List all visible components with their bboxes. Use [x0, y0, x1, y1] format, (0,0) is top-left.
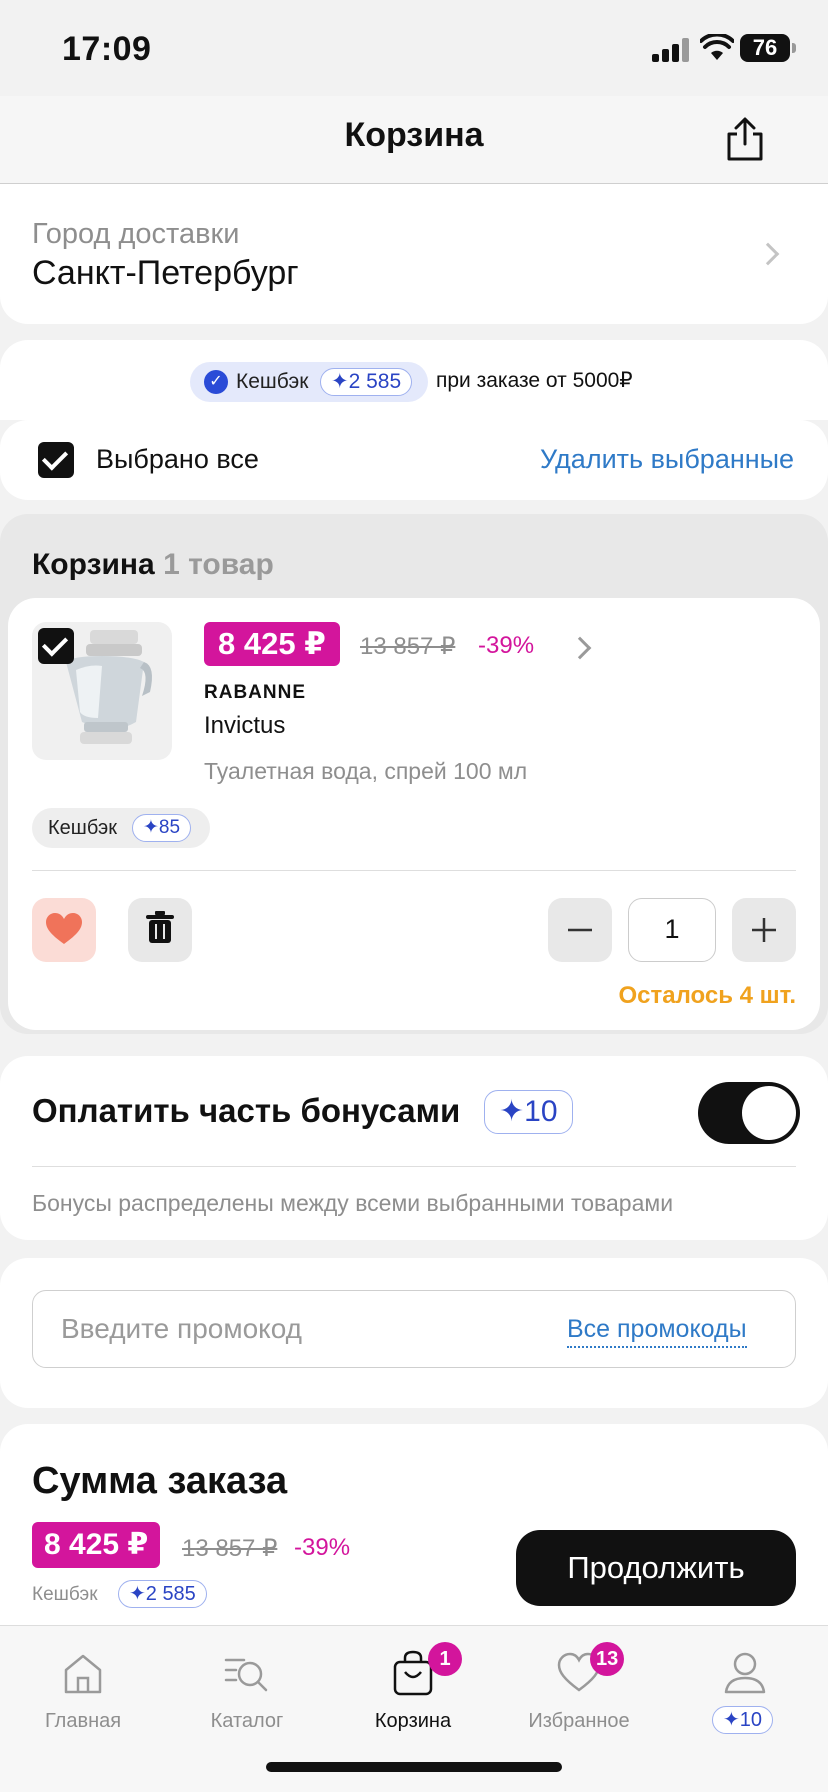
item-name[interactable]: Invictus	[204, 712, 285, 740]
chevron-right-icon[interactable]	[568, 636, 592, 660]
cart-section: Корзина 1 товар 8 425 ₽ 13 857 ₽ -39% RA…	[0, 514, 828, 1034]
cellular-signal-icon	[652, 38, 692, 62]
nav-header: Корзина	[0, 96, 828, 184]
cart-item-count: 1 товар	[163, 548, 274, 581]
delivery-city-value: Санкт-Петербург	[32, 254, 299, 292]
favorite-button[interactable]	[32, 898, 96, 962]
favorites-badge: 13	[590, 1642, 625, 1676]
item-description: Туалетная вода, спрей 100 мл	[204, 758, 528, 784]
item-old-price: 13 857 ₽	[360, 633, 456, 660]
tab-cart[interactable]: 1 Корзина	[330, 1642, 496, 1742]
plus-icon	[752, 918, 776, 942]
chevron-right-icon	[756, 242, 780, 266]
catalog-search-icon	[224, 1658, 268, 1692]
minus-icon	[568, 928, 592, 932]
order-summary-title: Сумма заказа	[32, 1460, 288, 1502]
item-divider	[32, 870, 796, 871]
profile-bonus-chip: ✦10	[712, 1706, 774, 1734]
cashback-label: Кешбэк	[236, 370, 309, 393]
delivery-city-selector[interactable]: Город доставки Санкт-Петербург	[0, 184, 828, 324]
cashback-amount-chip: ✦2 585	[320, 368, 413, 396]
item-cashback-badge: Кешбэк ✦85	[32, 808, 210, 848]
total-old-price: 13 857 ₽	[182, 1535, 278, 1562]
select-all-row: Выбрано все Удалить выбранные	[0, 420, 828, 500]
select-all-label: Выбрано все	[96, 444, 259, 474]
cart-heading-title: Корзина	[32, 548, 155, 581]
heart-icon	[46, 913, 82, 944]
tab-cart-label: Корзина	[374, 1710, 452, 1732]
bonus-divider	[32, 1166, 796, 1167]
item-checkbox[interactable]	[38, 628, 74, 664]
quantity-decrease-button[interactable]	[548, 898, 612, 962]
cashback-pill: ✓ Кешбэк ✦2 585	[190, 362, 428, 402]
share-icon[interactable]	[720, 114, 770, 164]
tab-home-label: Главная	[44, 1710, 122, 1732]
tab-home[interactable]: Главная	[0, 1642, 166, 1742]
profile-icon	[724, 1652, 766, 1694]
quantity-value[interactable]: 1	[628, 898, 716, 962]
tab-profile[interactable]: ✦10	[662, 1642, 828, 1742]
item-brand: RABANNE	[204, 682, 306, 703]
total-discount: -39%	[294, 1534, 351, 1561]
tab-favorites-label: Избранное	[528, 1710, 630, 1732]
page-title: Корзина	[344, 116, 484, 154]
cart-heading: Корзина 1 товар	[32, 548, 274, 582]
cashback-condition: при заказе от 5000₽	[436, 369, 633, 392]
check-circle-icon: ✓	[204, 370, 228, 394]
status-bar: 17:09 76	[0, 0, 828, 96]
trash-icon	[146, 911, 174, 943]
bonus-amount-chip: ✦10	[484, 1090, 573, 1134]
delete-item-button[interactable]	[128, 898, 192, 962]
select-all-checkbox[interactable]	[38, 442, 74, 478]
home-icon	[64, 1654, 102, 1694]
promo-card: Введите промокод Все промокоды	[0, 1258, 828, 1408]
promo-code-input[interactable]: Введите промокод Все промокоды	[32, 1290, 796, 1368]
wifi-icon	[700, 34, 734, 60]
delete-selected-link[interactable]: Удалить выбранные	[540, 444, 794, 475]
all-promos-link[interactable]: Все промокоды	[567, 1315, 747, 1348]
cart-item-card: 8 425 ₽ 13 857 ₽ -39% RABANNE Invictus Т…	[8, 598, 820, 1030]
checkout-bar: 8 425 ₽ 13 857 ₽ -39% Кешбэк ✦2 585 Прод…	[0, 1510, 828, 1626]
bonus-payment-card: Оплатить часть бонусами ✦10 Бонусы распр…	[0, 1056, 828, 1240]
battery-indicator: 76	[740, 34, 796, 62]
item-price: 8 425 ₽	[204, 622, 340, 666]
total-cashback-amount: ✦2 585	[118, 1580, 207, 1608]
tab-catalog-label: Каталог	[210, 1710, 284, 1732]
status-time: 17:09	[62, 30, 152, 68]
cashback-banner: ✓ Кешбэк ✦2 585 при заказе от 5000₽	[0, 340, 828, 420]
continue-button[interactable]: Продолжить	[516, 1530, 796, 1606]
home-indicator	[266, 1762, 562, 1772]
item-discount: -39%	[478, 632, 535, 659]
delivery-city-label: Город доставки	[32, 218, 240, 250]
tab-favorites[interactable]: 13 Избранное	[496, 1642, 662, 1742]
bonus-payment-toggle[interactable]	[698, 1082, 800, 1144]
stock-left-label: Осталось 4 шт.	[618, 982, 797, 1009]
item-cashback-label: Кешбэк	[48, 817, 118, 839]
bonus-note: Бонусы распределены между всеми выбранны…	[32, 1190, 674, 1216]
bonus-payment-title: Оплатить часть бонусами	[32, 1092, 461, 1129]
item-cashback-amount: ✦85	[132, 814, 192, 842]
total-cashback-label: Кешбэк	[32, 1584, 98, 1605]
promo-code-placeholder: Введите промокод	[61, 1313, 303, 1344]
cart-badge: 1	[428, 1642, 462, 1676]
quantity-increase-button[interactable]	[732, 898, 796, 962]
total-price: 8 425 ₽	[32, 1522, 161, 1568]
tab-catalog[interactable]: Каталог	[164, 1642, 330, 1742]
